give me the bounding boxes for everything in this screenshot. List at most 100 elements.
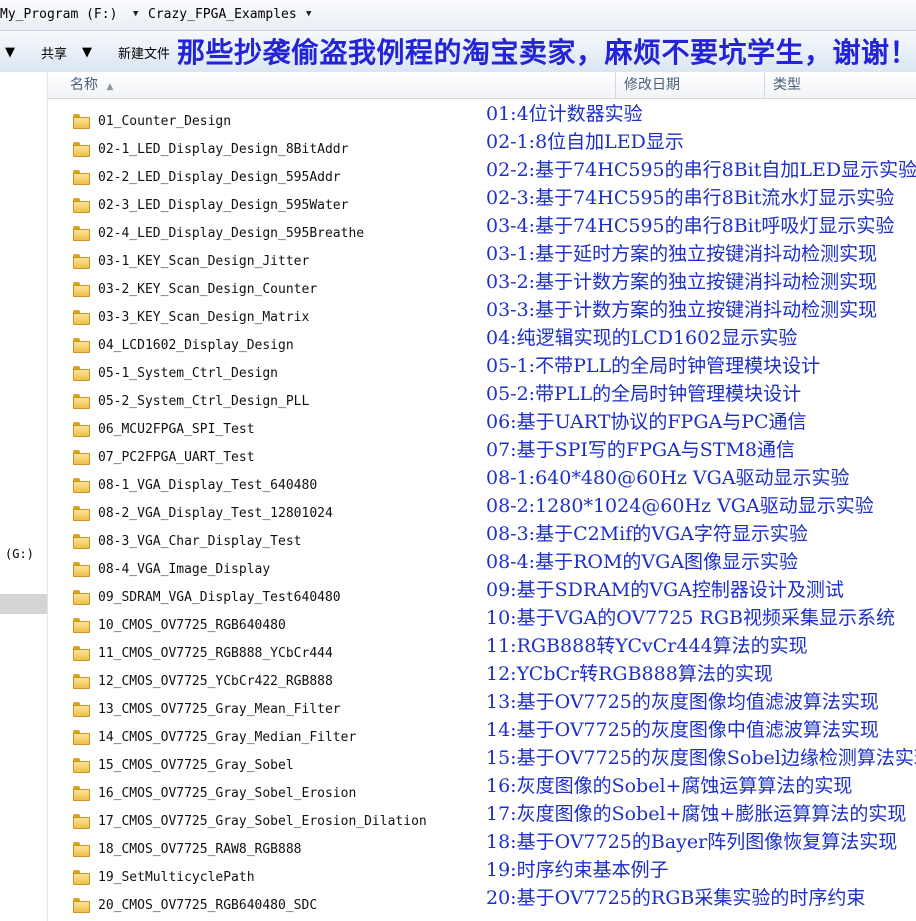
file-name: 08-4_VGA_Image_Display	[98, 562, 271, 577]
description-line: 20:基于OV7725的RGB采集实验的时序约束	[486, 887, 866, 909]
list-item[interactable]: 07_PC2FPGA_UART_Test	[48, 444, 478, 472]
folder-icon	[73, 254, 90, 269]
folder-icon	[73, 366, 90, 381]
file-name: 05-1_System_Ctrl_Design	[98, 366, 279, 381]
list-item[interactable]: 10_CMOS_OV7725_RGB640480	[48, 612, 478, 640]
list-item[interactable]: 03-1_KEY_Scan_Design_Jitter	[48, 248, 478, 276]
description-line: 13:基于OV7725的灰度图像均值滤波算法实现	[486, 691, 879, 713]
list-item[interactable]: 02-1_LED_Display_Design_8BitAddr	[48, 136, 478, 164]
selected-nav-item[interactable]	[0, 594, 47, 614]
folder-icon	[73, 758, 90, 773]
list-item[interactable]: 19_SetMulticyclePath	[48, 864, 478, 892]
sort-up-icon: ▲	[106, 82, 114, 92]
new-folder-button[interactable]: 新建文件	[118, 43, 170, 62]
column-name-label: 名称	[70, 77, 98, 93]
description-list: 01:4位计数器实验 02-1:8位自加LED显示 02-2:基于74HC595的串…	[486, 101, 916, 913]
file-name: 08-2_VGA_Display_Test_12801024	[98, 506, 333, 521]
folder-icon	[73, 310, 90, 325]
list-item[interactable]: 15_CMOS_OV7725_Gray_Sobel	[48, 752, 478, 780]
file-name: 13_CMOS_OV7725_Gray_Mean_Filter	[98, 702, 341, 717]
file-name: 18_CMOS_OV7725_RAW8_RGB888	[98, 842, 302, 857]
list-item[interactable]: 06_MCU2FPGA_SPI_Test	[48, 416, 478, 444]
description-line: 18:基于OV7725的Bayer阵列图像恢复算法实现	[486, 831, 898, 853]
share-button[interactable]: 共享	[41, 43, 67, 62]
list-item[interactable]: 20_CMOS_OV7725_RGB640480_SDC	[48, 892, 478, 920]
file-name: 12_CMOS_OV7725_YCbCr422_RGB888	[98, 674, 333, 689]
description-line: 02-1:8位自加LED显示	[486, 131, 684, 153]
list-item[interactable]: 03-3_KEY_Scan_Design_Matrix	[48, 304, 478, 332]
description-line: 08-3:基于C2Mif的VGA字符显示实验	[486, 523, 808, 545]
folder-icon	[73, 198, 90, 213]
file-name: 04_LCD1602_Display_Design	[98, 338, 294, 353]
description-line: 17:灰度图像的Sobel+腐蚀+膨胀运算算法的实现	[486, 803, 907, 825]
breadcrumb-folder[interactable]: Crazy_FPGA_Examples	[148, 7, 297, 22]
file-name: 02-3_LED_Display_Design_595Water	[98, 198, 349, 213]
list-item[interactable]: 08-2_VGA_Display_Test_12801024	[48, 500, 478, 528]
description-line: 08-1:640*480@60Hz VGA驱动显示实验	[486, 467, 850, 489]
description-line: 03-1:基于延时方案的独立按键消抖动检测实现	[486, 243, 878, 265]
list-item[interactable]: 02-2_LED_Display_Design_595Addr	[48, 164, 478, 192]
chevron-down-icon[interactable]: ▼	[5, 45, 15, 60]
folder-icon	[73, 646, 90, 661]
list-item[interactable]: 04_LCD1602_Display_Design	[48, 332, 478, 360]
column-header: 名称 ▲ 修改日期 类型	[48, 72, 916, 99]
description-line: 11:RGB888转YCvCr444算法的实现	[486, 635, 808, 657]
column-name[interactable]: 名称 ▲	[48, 72, 614, 98]
list-item[interactable]: 18_CMOS_OV7725_RAW8_RGB888	[48, 836, 478, 864]
list-item[interactable]: 11_CMOS_OV7725_RGB888_YCbCr444	[48, 640, 478, 668]
file-name: 03-2_KEY_Scan_Design_Counter	[98, 282, 318, 297]
file-name: 02-4_LED_Display_Design_595Breathe	[98, 226, 365, 241]
folder-icon	[73, 814, 90, 829]
description-line: 08-2:1280*1024@60Hz VGA驱动显示实验	[486, 495, 874, 517]
list-item[interactable]: 08-4_VGA_Image_Display	[48, 556, 478, 584]
list-item[interactable]: 13_CMOS_OV7725_Gray_Mean_Filter	[48, 696, 478, 724]
folder-icon	[73, 282, 90, 297]
file-name: 16_CMOS_OV7725_Gray_Sobel_Erosion	[98, 786, 357, 801]
description-line: 04:纯逻辑实现的LCD1602显示实验	[486, 327, 798, 349]
folder-icon	[73, 338, 90, 353]
description-line: 03-2:基于计数方案的独立按键消抖动检测实现	[486, 271, 878, 293]
breadcrumb-drive[interactable]: My_Program (F:)	[0, 7, 117, 22]
file-name: 02-1_LED_Display_Design_8BitAddr	[98, 142, 349, 157]
folder-icon	[73, 142, 90, 157]
chevron-down-icon[interactable]: ▼	[306, 9, 311, 19]
column-type[interactable]: 类型	[764, 72, 916, 98]
description-line: 03-3:基于计数方案的独立按键消抖动检测实现	[486, 299, 878, 321]
file-name: 02-2_LED_Display_Design_595Addr	[98, 170, 341, 185]
column-date[interactable]: 修改日期	[615, 72, 764, 98]
nav-drive-label[interactable]: (G:)	[5, 547, 34, 561]
list-item[interactable]: 05-2_System_Ctrl_Design_PLL	[48, 388, 478, 416]
folder-icon	[73, 534, 90, 549]
list-item[interactable]: 02-3_LED_Display_Design_595Water	[48, 192, 478, 220]
new-folder-label: 新建文件	[118, 47, 171, 62]
list-item[interactable]: 12_CMOS_OV7725_YCbCr422_RGB888	[48, 668, 478, 696]
list-item[interactable]: 14_CMOS_OV7725_Gray_Median_Filter	[48, 724, 478, 752]
file-name: 03-3_KEY_Scan_Design_Matrix	[98, 310, 310, 325]
description-line: 02-3:基于74HC595的串行8Bit流水灯显示实验	[486, 187, 895, 209]
chevron-down-icon[interactable]: ▼	[133, 9, 138, 19]
list-item[interactable]: 08-3_VGA_Char_Display_Test	[48, 528, 478, 556]
list-item[interactable]: 16_CMOS_OV7725_Gray_Sobel_Erosion	[48, 780, 478, 808]
list-item[interactable]: 09_SDRAM_VGA_Display_Test640480	[48, 584, 478, 612]
list-item[interactable]: 01_Counter_Design	[48, 108, 478, 136]
list-item[interactable]: 03-2_KEY_Scan_Design_Counter	[48, 276, 478, 304]
file-name: 07_PC2FPGA_UART_Test	[98, 450, 255, 465]
address-bar[interactable]: My_Program (F:) ▼ Crazy_FPGA_Examples ▼	[0, 0, 916, 31]
navigation-pane[interactable]	[0, 72, 48, 921]
list-item[interactable]: 05-1_System_Ctrl_Design	[48, 360, 478, 388]
description-line: 05-1:不带PLL的全局时钟管理模块设计	[486, 355, 821, 377]
folder-icon	[73, 898, 90, 913]
file-name: 19_SetMulticyclePath	[98, 870, 255, 885]
list-item[interactable]: 17_CMOS_OV7725_Gray_Sobel_Erosion_Dilati…	[48, 808, 478, 836]
file-name: 05-2_System_Ctrl_Design_PLL	[98, 394, 310, 409]
file-name: 15_CMOS_OV7725_Gray_Sobel	[98, 758, 294, 773]
folder-icon	[73, 674, 90, 689]
chevron-down-icon[interactable]: ▼	[82, 45, 92, 60]
share-label: 共享	[41, 47, 68, 62]
file-name: 01_Counter_Design	[98, 114, 232, 129]
folder-icon	[73, 394, 90, 409]
column-date-label: 修改日期	[624, 77, 680, 93]
list-item[interactable]: 08-1_VGA_Display_Test_640480	[48, 472, 478, 500]
folder-icon	[73, 870, 90, 885]
list-item[interactable]: 02-4_LED_Display_Design_595Breathe	[48, 220, 478, 248]
